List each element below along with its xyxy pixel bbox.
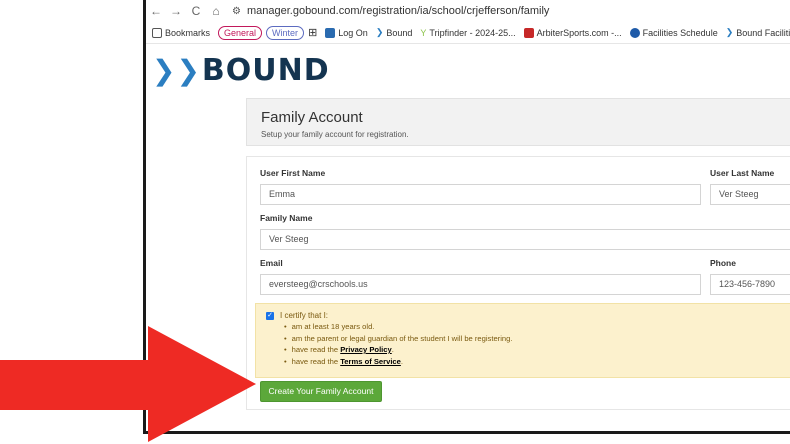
bookmarks-bar: Bookmarks General Winter ⊞ Log On ❯ Boun… [146,22,790,44]
family-name-label: Family Name [260,213,313,223]
first-name-label: User First Name [260,168,326,178]
privacy-policy-link[interactable]: Privacy Policy [340,345,392,354]
address-bar: ← → C ⌂ ⚙ manager.gobound.com/registrati… [146,0,790,22]
forward-icon[interactable]: → [166,4,186,18]
phone-label: Phone [710,258,736,268]
bound-logo: ❯❯ BOUND [152,52,330,88]
certify-checkbox[interactable]: ✓ [266,312,274,320]
certify-privacy-prefix: have read the [291,345,341,354]
list-item: am the parent or legal guardian of the s… [280,333,513,345]
page-subtitle: Setup your family account for registrati… [261,130,409,139]
certify-privacy-period: . [391,345,394,354]
red-arrow-icon [0,326,256,442]
first-name-input[interactable]: Emma [260,184,701,205]
bookmark-arbitersports[interactable]: ArbiterSports.com -... [523,27,622,38]
phone-input[interactable]: 123-456-7890 [710,274,790,295]
list-item: am at least 18 years old. [280,321,512,333]
form-header: Family Account Setup your family account… [246,98,790,146]
facilities-icon [629,27,640,38]
certify-title: I certify that I: [280,311,329,320]
certify-age-text: am at least 18 years old. [291,322,375,331]
bound-chevron-icon: ❯ [725,27,734,37]
arbitersports-icon [523,27,534,38]
email-input[interactable]: eversteeg@crschools.us [260,274,701,295]
site-settings-icon[interactable]: ⚙ [232,6,241,17]
create-family-account-button[interactable]: Create Your Family Account [260,381,382,402]
bookmark-group-winter[interactable]: Winter [266,25,305,40]
log-on-icon [325,27,336,38]
family-account-card: Family Account Setup your family account… [246,98,790,410]
bookmark-log-on[interactable]: Log On [325,27,368,38]
apps-grid-icon[interactable]: ⊞ [308,26,317,39]
reload-icon[interactable]: C [186,4,206,18]
list-item: have read the Privacy Policy. [280,344,512,356]
certify-guardian-text: am the parent or legal guardian of the s… [291,333,513,343]
bookmark-bound-facilities[interactable]: ❯ Bound Facilities Cal... [726,27,790,38]
last-name-label: User Last Name [710,168,775,178]
tripfinder-icon: Y [420,27,427,38]
url-field[interactable]: ⚙ manager.gobound.com/registration/ia/sc… [232,5,549,17]
arrow-shape [0,326,256,442]
list-item: have read the Terms of Service. [280,356,512,368]
certify-terms-period: . [400,356,403,366]
certify-list: am at least 18 years old. am the parent … [280,321,513,368]
bookmark-facilities-schedule[interactable]: Facilities Schedule [629,27,718,38]
bound-logo-text: BOUND [201,52,330,88]
bookmark-bound[interactable]: ❯ Bound [376,27,413,38]
last-name-input[interactable]: Ver Steeg [710,184,790,205]
family-name-input[interactable]: Ver Steeg [260,229,790,250]
home-icon[interactable]: ⌂ [206,4,226,18]
url-text[interactable]: manager.gobound.com/registration/ia/scho… [247,5,549,17]
certify-terms-prefix: have read the [291,356,341,366]
terms-of-service-link[interactable]: Terms of Service [340,357,401,366]
bound-chevron-icon: ❯ [375,27,384,37]
back-icon[interactable]: ← [146,4,166,18]
bookmark-group-general[interactable]: General [218,25,263,40]
folder-icon [152,27,162,38]
bookmarks-folder[interactable]: Bookmarks [152,27,210,38]
form-body: User First Name Emma User Last Name Ver … [246,156,790,410]
bound-logo-icon: ❯❯ [152,53,201,87]
email-label: Email [260,258,283,268]
page-title: Family Account [261,109,363,126]
bookmark-tripfinder[interactable]: Y Tripfinder - 2024-25... [420,28,515,38]
certification-notice: ✓ I certify that I: am at least 18 years… [255,303,790,378]
